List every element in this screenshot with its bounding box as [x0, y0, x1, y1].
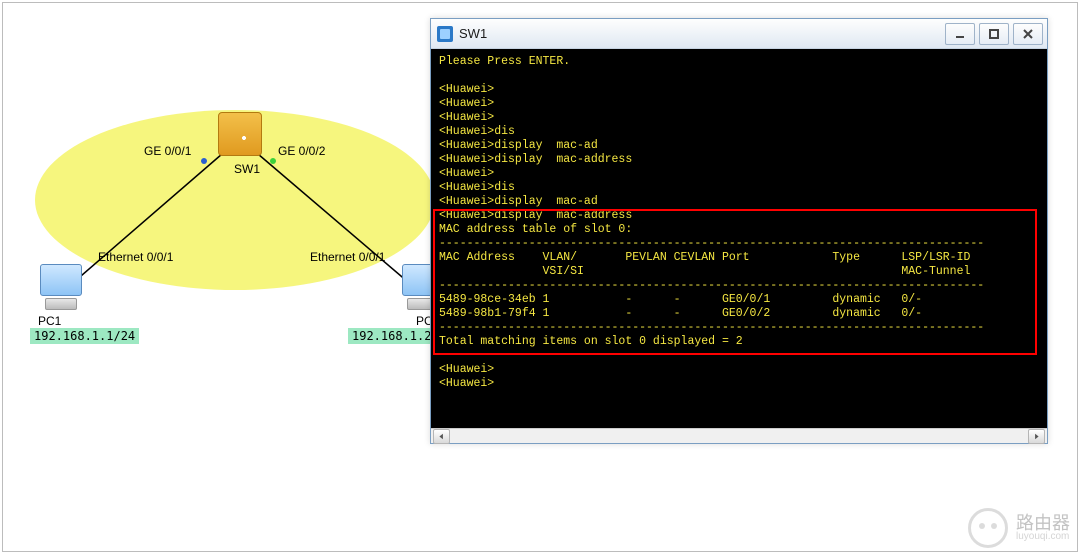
terminal-line: 5489-98b1-79f4 1 - - GE0/0/2 dynamic 0/-	[439, 307, 1039, 321]
terminal-line: ----------------------------------------…	[439, 279, 1039, 293]
link-dot-ge002	[270, 158, 276, 164]
terminal-line: MAC address table of slot 0:	[439, 223, 1039, 237]
watermark-text: 路由器	[1016, 514, 1070, 532]
terminal-line: <Huawei>	[439, 377, 1039, 391]
terminal-line: ----------------------------------------…	[439, 237, 1039, 251]
port-label-eth1: Ethernet 0/0/1	[310, 250, 385, 264]
terminal-line: Please Press ENTER.	[439, 55, 1039, 69]
watermark-sub: luyouqi.com	[1016, 532, 1070, 542]
titlebar[interactable]: SW1	[431, 19, 1047, 49]
terminal-line: <Huawei>dis	[439, 181, 1039, 195]
pc1-label: PC1	[38, 314, 61, 328]
terminal-line: <Huawei>	[439, 97, 1039, 111]
terminal-line: <Huawei>	[439, 83, 1039, 97]
watermark: 路由器 luyouqi.com	[968, 508, 1070, 548]
terminal-output[interactable]: Please Press ENTER. <Huawei><Huawei><Hua…	[431, 49, 1047, 428]
terminal-line: ----------------------------------------…	[439, 321, 1039, 335]
link-dot-ge001	[201, 158, 207, 164]
terminal-line: <Huawei>	[439, 363, 1039, 377]
port-label-ge002: GE 0/0/2	[278, 144, 325, 158]
horizontal-scrollbar[interactable]	[431, 428, 1047, 443]
port-label-ge001: GE 0/0/1	[144, 144, 191, 158]
switch-sw1[interactable]	[218, 112, 262, 156]
terminal-line: <Huawei>display mac-address	[439, 209, 1039, 223]
terminal-line: <Huawei>	[439, 111, 1039, 125]
terminal-line	[439, 69, 1039, 83]
terminal-line: VSI/SI MAC-Tunnel	[439, 265, 1039, 279]
port-label-eth0: Ethernet 0/0/1	[98, 250, 173, 264]
watermark-icon	[968, 508, 1008, 548]
window-title: SW1	[459, 26, 487, 41]
terminal-line: 5489-98ce-34eb 1 - - GE0/0/1 dynamic 0/-	[439, 293, 1039, 307]
terminal-line	[439, 349, 1039, 363]
pc1-ip: 192.168.1.1/24	[30, 328, 139, 344]
scroll-left-button[interactable]	[433, 429, 450, 444]
terminal-line: <Huawei>display mac-address	[439, 153, 1039, 167]
close-button[interactable]	[1013, 23, 1043, 45]
maximize-button[interactable]	[979, 23, 1009, 45]
terminal-line: Total matching items on slot 0 displayed…	[439, 335, 1039, 349]
minimize-button[interactable]	[945, 23, 975, 45]
switch-label: SW1	[234, 162, 260, 176]
terminal-line: <Huawei>display mac-ad	[439, 195, 1039, 209]
terminal-window: SW1 Please Press ENTER. <Huawei><Huawei>…	[430, 18, 1048, 444]
terminal-line: MAC Address VLAN/ PEVLAN CEVLAN Port Typ…	[439, 251, 1039, 265]
scroll-right-button[interactable]	[1028, 429, 1045, 444]
pc2-ip: 192.168.1.2/	[348, 328, 443, 344]
app-icon	[437, 26, 453, 42]
terminal-line: <Huawei>dis	[439, 125, 1039, 139]
terminal-line: <Huawei>display mac-ad	[439, 139, 1039, 153]
terminal-line: <Huawei>	[439, 167, 1039, 181]
